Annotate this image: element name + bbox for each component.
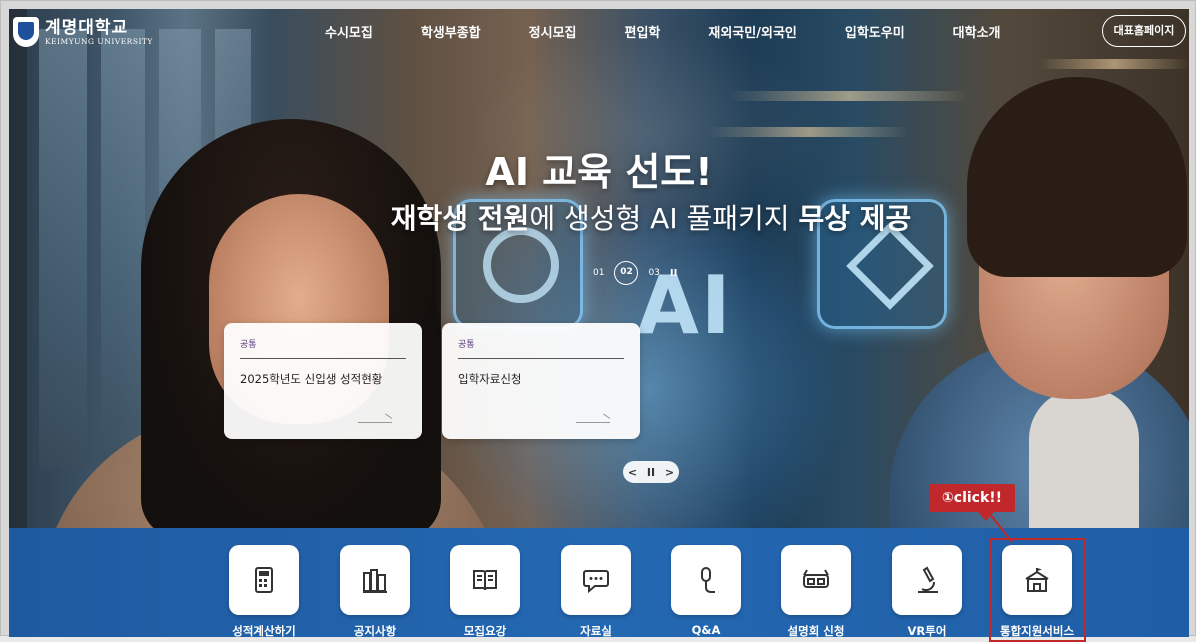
card-prev-button[interactable]: < (628, 466, 637, 479)
open-book-icon (473, 570, 497, 591)
quick-link-box[interactable] (229, 545, 299, 615)
annotation-highlight-box (989, 538, 1086, 642)
notice-card[interactable]: 공통 입학자료신청 (442, 323, 640, 439)
nav-item-regular-admission[interactable]: 정시모집 (529, 22, 577, 41)
window-beam (9, 9, 27, 529)
microscope-icon (918, 566, 938, 593)
quick-link-label: 자료실 (580, 624, 612, 638)
quick-link-guidelines[interactable]: 모집요강 (450, 545, 520, 639)
openai-logo-icon (483, 227, 559, 303)
arrow-right-icon (358, 422, 392, 423)
notice-tag: 공통 (240, 337, 406, 359)
quick-link-label: 공지사항 (353, 624, 397, 638)
nav-item-overseas[interactable]: 재외국민/외국인 (708, 22, 796, 41)
books-icon (363, 569, 387, 593)
quick-link-box[interactable] (781, 545, 851, 615)
main-nav: 수시모집 학생부종합 정시모집 편입학 재외국민/외국인 입학도우미 대학소개 (325, 22, 1049, 41)
logo-korean: 계명대학교 (45, 17, 129, 38)
quick-link-label: VR투어 (907, 624, 947, 638)
quick-link-briefing[interactable]: 설명회 신청 (781, 545, 851, 639)
quick-link-label: 성적계산하기 (232, 624, 296, 638)
annotation-callout: ①click!! (929, 484, 1015, 512)
ceiling-light (709, 127, 909, 137)
hero-subheadline: 재학생 전원에 생성형 AI 풀패키지 무상 제공 (331, 197, 971, 237)
quick-link-vr-tour[interactable]: VR투어 (892, 545, 962, 639)
hero-sub-emphasis-1: 재학생 전원 (390, 202, 530, 235)
nav-item-helper[interactable]: 입학도우미 (845, 22, 905, 41)
logo-text: 계명대학교 KEIMYUNG UNIVERSITY (45, 19, 153, 46)
chat-bubble-icon (583, 570, 609, 594)
university-logo[interactable]: 계명대학교 KEIMYUNG UNIVERSITY (13, 15, 153, 49)
window-pane (39, 29, 87, 469)
card-pause-button[interactable]: II (647, 466, 655, 479)
quick-link-grade-calculator[interactable]: 성적계산하기 (229, 545, 299, 639)
notice-title: 2025학년도 신입생 성적현황 (240, 372, 383, 386)
quick-link-box[interactable] (892, 545, 962, 615)
nav-item-transfer[interactable]: 편입학 (625, 22, 661, 41)
quick-link-label: 설명회 신청 (787, 624, 845, 638)
slide-pager: 01 02 03 II (593, 261, 677, 285)
slide-dot-01[interactable]: 01 (593, 268, 604, 278)
quick-link-qna[interactable]: Q&A (671, 545, 741, 637)
card-next-button[interactable]: > (665, 466, 674, 479)
quick-link-notices[interactable]: 공지사항 (340, 545, 410, 639)
quick-link-box[interactable] (450, 545, 520, 615)
site-header: 계명대학교 KEIMYUNG UNIVERSITY 수시모집 학생부종합 정시모… (9, 9, 1189, 55)
quick-link-box[interactable] (340, 545, 410, 615)
quick-link-box[interactable] (671, 545, 741, 615)
hero-sub-emphasis-2: 무상 제공 (798, 202, 912, 235)
slide-pause-button[interactable]: II (670, 268, 677, 279)
ceiling-light (1039, 59, 1189, 69)
card-pager: < II > (623, 461, 679, 483)
quick-link-label: Q&A (691, 623, 721, 637)
quick-link-resources[interactable]: 자료실 (561, 545, 631, 639)
vr-glasses-icon (803, 569, 829, 588)
arrow-right-icon (576, 422, 610, 423)
slide-dot-03[interactable]: 03 (648, 268, 659, 278)
calculator-icon (255, 567, 273, 593)
notice-title: 입학자료신청 (458, 372, 522, 386)
nav-item-comprehensive[interactable]: 학생부종합 (421, 22, 481, 41)
microphone-icon (701, 567, 715, 593)
nav-item-about[interactable]: 대학소개 (953, 22, 1001, 41)
notice-tag: 공통 (458, 337, 624, 359)
logo-english: KEIMYUNG UNIVERSITY (45, 36, 153, 46)
emblem-icon (13, 17, 39, 47)
hero-sub-text: 에 생성형 AI 풀패키지 (529, 202, 799, 235)
screenshot-frame: AI 계명대학교 KEIMYUNG UNIVERSITY 수시모집 학생부종합 … (0, 0, 1196, 642)
window-pane (101, 29, 145, 469)
quick-link-label: 모집요강 (463, 624, 507, 638)
slide-dot-02[interactable]: 02 (614, 261, 639, 285)
nav-item-early-admission[interactable]: 수시모집 (325, 22, 373, 41)
quick-link-box[interactable] (561, 545, 631, 615)
notice-card[interactable]: 공통 2025학년도 신입생 성적현황 (224, 323, 422, 439)
hero-headline: AI 교육 선도! (485, 150, 713, 194)
ceiling-light (729, 91, 969, 101)
main-homepage-button[interactable]: 대표홈페이지 (1102, 15, 1186, 47)
